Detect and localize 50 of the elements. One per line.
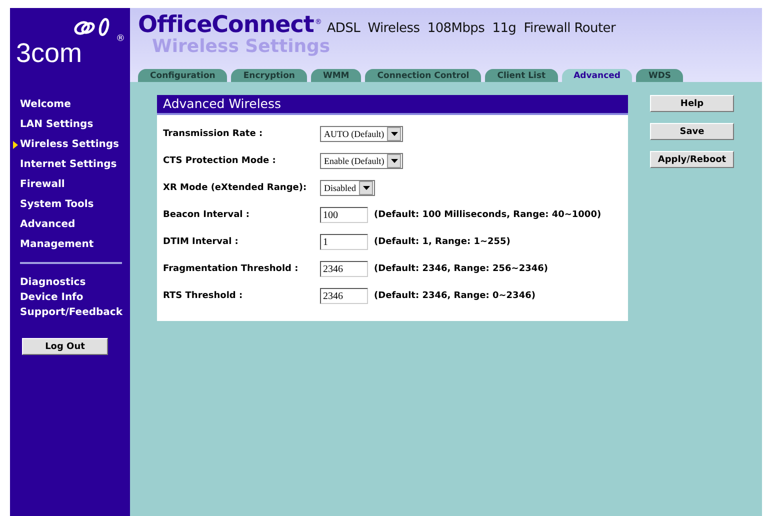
sidebar-link[interactable]: Support/Feedback bbox=[20, 306, 130, 320]
tab[interactable]: Connection Control bbox=[365, 69, 482, 82]
sidebar-link[interactable]: Internet Settings bbox=[20, 158, 130, 172]
field-hint: (Default: 2346, Range: 0~2346) bbox=[374, 291, 536, 301]
tab[interactable]: WDS bbox=[636, 69, 684, 82]
input-field[interactable]: 2346 bbox=[320, 261, 368, 277]
sidebar-link[interactable]: Welcome bbox=[20, 98, 130, 112]
input-field[interactable]: 100 bbox=[320, 207, 368, 223]
field-hint: (Default: 2346, Range: 256~2346) bbox=[374, 264, 548, 274]
tab[interactable]: Client List bbox=[485, 69, 558, 82]
product-title: OfficeConnect bbox=[138, 12, 314, 38]
field-label: XR Mode (eXtended Range): bbox=[163, 183, 308, 193]
input-field[interactable]: 2346 bbox=[320, 288, 368, 304]
caret-icon bbox=[390, 132, 398, 136]
field-label: RTS Threshold : bbox=[163, 291, 244, 301]
field-hint: (Default: 1, Range: 1~255) bbox=[374, 237, 510, 247]
page-title: Wireless Settings bbox=[152, 36, 332, 57]
field-label: Transmission Rate : bbox=[163, 129, 264, 139]
field-label: CTS Protection Mode : bbox=[163, 156, 277, 166]
dropdown[interactable]: Disabled bbox=[320, 180, 375, 196]
sidebar-link[interactable]: System Tools bbox=[20, 198, 130, 212]
dropdown[interactable]: AUTO (Default) bbox=[320, 126, 404, 142]
sidebar-link[interactable]: Advanced bbox=[20, 218, 130, 232]
action-button[interactable]: Save bbox=[650, 123, 734, 140]
action-button[interactable]: Apply/Reboot bbox=[650, 151, 734, 168]
sidebar-link[interactable]: Diagnostics bbox=[20, 276, 130, 290]
log-out-button[interactable]: Log Out bbox=[22, 338, 108, 355]
panel-title: Advanced Wireless bbox=[157, 95, 628, 115]
caret-icon bbox=[390, 159, 398, 163]
tab[interactable]: Encryption bbox=[231, 69, 307, 82]
logo-icon bbox=[72, 16, 112, 38]
dropdown[interactable]: Enable (Default) bbox=[320, 153, 404, 169]
sidebar-link[interactable]: Management bbox=[20, 238, 130, 252]
logo-text: 3com bbox=[16, 38, 82, 69]
tab[interactable]: Advanced bbox=[562, 69, 632, 82]
field-label: Beacon Interval : bbox=[163, 210, 250, 220]
sidebar-link[interactable]: Device Info bbox=[20, 291, 130, 305]
action-button[interactable]: Help bbox=[650, 95, 734, 112]
input-field[interactable]: 1 bbox=[320, 234, 368, 250]
caret-icon bbox=[362, 186, 370, 190]
field-label: DTIM Interval : bbox=[163, 237, 240, 247]
sidebar-link[interactable]: Wireless Settings bbox=[20, 138, 130, 152]
tab[interactable]: WMM bbox=[310, 69, 362, 82]
product-subtitle: ADSL Wireless 108Mbps 11g Firewall Router bbox=[326, 21, 616, 36]
sidebar-link[interactable]: Firewall bbox=[20, 178, 130, 192]
tab[interactable]: Configuration bbox=[138, 69, 228, 82]
field-hint: (Default: 100 Milliseconds, Range: 40~1000) bbox=[374, 210, 602, 220]
registered-mark: ® bbox=[116, 34, 125, 44]
field-label: Fragmentation Threshold : bbox=[163, 264, 300, 274]
sidebar-link[interactable]: LAN Settings bbox=[20, 118, 130, 132]
